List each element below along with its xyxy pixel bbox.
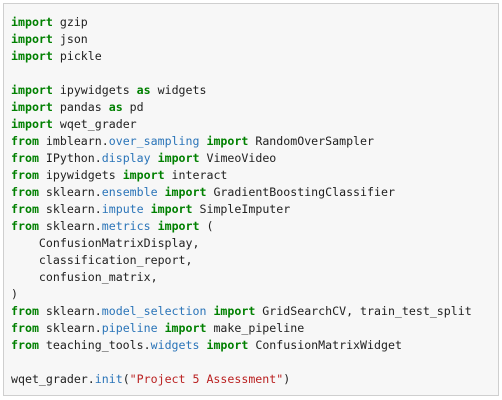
keyword-token: import [206,338,249,352]
keyword-token: from [11,168,39,182]
code-line: from sklearn.ensemble import GradientBoo… [11,184,472,201]
code-token: sklearn. [38,219,102,233]
code-line: from ipywidgets import interact [11,167,472,184]
keyword-token: import [164,321,207,335]
code-token: pd [122,100,144,114]
code-token: pickle [52,49,102,63]
code-token: ipywidgets [52,83,137,97]
code-token: make_pipeline [206,321,305,335]
code-line: ConfusionMatrixDisplay, [11,235,472,252]
code-line: import pandas as pd [11,99,472,116]
code-token: ipywidgets [38,168,123,182]
keyword-token: from [11,321,39,335]
string-token: "Project 5 Assessment" [129,372,284,386]
keyword-token: import [11,100,53,114]
code-token: wqet_grader. [11,372,95,386]
code-line: from imblearn.over_sampling import Rando… [11,133,472,150]
keyword-token: import [157,219,200,233]
code-token: pandas [52,100,109,114]
code-token: ) [283,372,291,386]
code-line: from sklearn.metrics import ( [11,218,472,235]
code-line: import gzip [11,14,472,31]
code-token: GradientBoostingClassifier [206,185,395,199]
keyword-token: import [164,185,207,199]
code-line: from sklearn.model_selection import Grid… [11,303,472,320]
keyword-token: import [11,117,53,131]
keyword-token: from [11,134,39,148]
attribute-token: model_selection [101,304,207,318]
code-token: ( [122,372,130,386]
keyword-token: as [136,83,151,97]
code-line: ) [11,286,472,303]
keyword-token: import [157,151,200,165]
code-token: VimeoVideo [199,151,277,165]
code-token: sklearn. [38,185,102,199]
code-token: sklearn. [38,321,102,335]
code-line: from IPython.display import VimeoVideo [11,150,472,167]
code-token: wqet_grader [52,117,137,131]
keyword-token: from [11,202,39,216]
keyword-token: from [11,304,39,318]
keyword-token: import [150,202,193,216]
code-token: GridSearchCV, train_test_split [255,304,472,318]
attribute-token: ensemble [101,185,158,199]
keyword-token: import [213,304,256,318]
attribute-token: widgets [150,338,200,352]
keyword-token: from [11,185,39,199]
keyword-token: from [11,151,39,165]
keyword-token: import [11,15,53,29]
code-token: gzip [52,15,88,29]
code-token: widgets [150,83,207,97]
code-token: RandomOverSampler [248,134,374,148]
code-line: wqet_grader.init("Project 5 Assessment") [11,371,472,388]
code-token: SimpleImputer [192,202,291,216]
code-line: from teaching_tools.widgets import Confu… [11,337,472,354]
attribute-token: display [101,151,151,165]
attribute-token: metrics [101,219,151,233]
code-line: import pickle [11,48,472,65]
keyword-token: from [11,219,39,233]
code-token: confusion_matrix, [11,270,158,284]
keyword-token: import [11,83,53,97]
code-cell[interactable]: import gzip import json import pickle impor… [3,3,499,396]
code-token: teaching_tools. [38,338,151,352]
attribute-token: over_sampling [108,134,200,148]
code-token: ( [199,219,214,233]
keyword-token: import [11,32,53,46]
code-line: import ipywidgets as widgets [11,82,472,99]
code-token: sklearn. [38,304,102,318]
attribute-token: impute [101,202,144,216]
code-line: confusion_matrix, [11,269,472,286]
keyword-token: import [206,134,249,148]
code-token: interact [164,168,228,182]
code-token: ConfusionMatrixWidget [248,338,402,352]
code-token: json [52,32,88,46]
code-token: IPython. [38,151,102,165]
code-line: from sklearn.pipeline import make_pipeli… [11,320,472,337]
code-line: from sklearn.impute import SimpleImputer [11,201,472,218]
code-token: imblearn. [38,134,109,148]
code-token: ConfusionMatrixDisplay, [11,236,200,250]
code-token: sklearn. [38,202,102,216]
code-line: import wqet_grader [11,116,472,133]
keyword-token: as [108,100,123,114]
code-line: import json [11,31,472,48]
attribute-token: init [94,372,123,386]
attribute-token: pipeline [101,321,158,335]
keyword-token: import [11,49,53,63]
code-line: classification_report, [11,252,472,269]
code-token: classification_report, [11,253,193,267]
code-token: ) [11,287,18,301]
keyword-token: import [122,168,165,182]
keyword-token: from [11,338,39,352]
code-editor[interactable]: import gzip import json import pickle impor… [11,14,472,388]
